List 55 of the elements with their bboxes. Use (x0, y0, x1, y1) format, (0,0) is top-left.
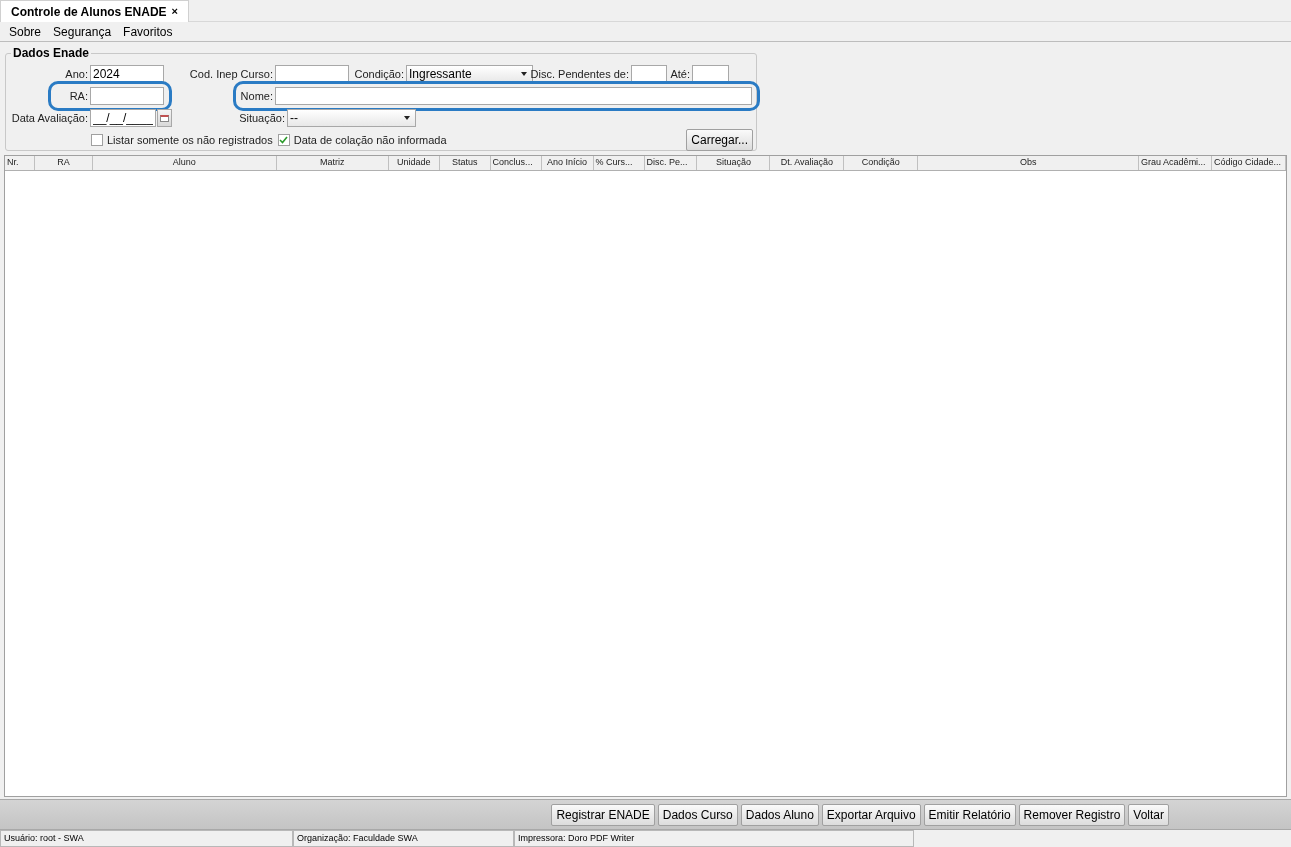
field-label: Condição: (354, 66, 404, 82)
status-field: Organização: Faculdade SWA (293, 830, 514, 847)
input-field[interactable] (275, 87, 752, 105)
field-label: Ano: (65, 66, 88, 82)
status-field: Usuário: root - SWA (0, 830, 293, 847)
field-label: Data Avaliação: (11, 110, 88, 126)
input-field[interactable] (90, 87, 164, 105)
action-button[interactable]: Remover Registro (1018, 803, 1126, 826)
field-label: Situação: (239, 110, 285, 126)
column-header[interactable]: Aluno (92, 156, 277, 170)
menu-item[interactable]: Segurança (53, 22, 112, 41)
column-header[interactable]: Matriz (276, 156, 389, 170)
column-header[interactable]: Ano Início (541, 156, 594, 170)
column-header[interactable]: Grau Acadêmi... (1139, 156, 1213, 170)
status-field: Impressora: Doro PDF Writer (514, 830, 914, 847)
checkbox[interactable] (91, 134, 103, 146)
action-button[interactable]: Dados Curso (657, 803, 738, 826)
close-button[interactable]: × (171, 3, 178, 20)
field-label: Até: (670, 66, 690, 82)
date-field[interactable]: __/__/____ (90, 109, 156, 127)
column-header[interactable]: Condição (844, 156, 919, 170)
action-button[interactable]: Exportar Arquivo (821, 803, 921, 826)
dropdown[interactable]: -- (287, 109, 416, 127)
caret-icon (521, 72, 527, 76)
menu-item[interactable]: Sobre (9, 22, 42, 41)
column-header[interactable]: % Curs... (593, 156, 645, 170)
action-button[interactable]: Dados Aluno (740, 803, 819, 826)
checkbox-label: Data de colação não informada (293, 132, 447, 148)
column-header[interactable]: Dt. Avaliação (770, 156, 845, 170)
checkbox[interactable] (277, 134, 290, 146)
column-header[interactable]: Obs (918, 156, 1140, 170)
caret-icon (404, 116, 410, 120)
column-header[interactable]: Nr. (5, 156, 35, 170)
column-header[interactable]: Conclus... (490, 156, 542, 170)
field-label: Nome: (240, 88, 273, 104)
field-label: Disc. Pendentes de: (530, 66, 629, 82)
action-button[interactable]: Emitir Relatório (923, 803, 1016, 826)
field-label: Cod. Inep Curso: (189, 66, 273, 82)
column-header[interactable]: Código Cidade... (1212, 156, 1286, 170)
calendar-button[interactable] (157, 109, 172, 127)
column-header[interactable]: Status (439, 156, 491, 170)
checkbox-label: Listar somente os não registrados (107, 132, 273, 148)
action-button[interactable]: Registrar ENADE (551, 803, 655, 826)
column-header[interactable]: Disc. Pe... (644, 156, 698, 170)
field-label: RA: (69, 88, 88, 104)
menu-item[interactable]: Favoritos (123, 22, 173, 41)
column-header[interactable]: Unidade (388, 156, 440, 170)
action-button[interactable]: Voltar (1128, 803, 1169, 826)
column-header[interactable]: RA (35, 156, 93, 170)
check-icon (279, 136, 289, 144)
group-title: Dados Enade (12, 45, 91, 62)
tab[interactable]: Controle de Alunos ENADE × (0, 0, 189, 22)
load-button[interactable]: Carregar... (686, 129, 753, 151)
column-header[interactable]: Situação (697, 156, 771, 170)
calendar-icon (160, 114, 169, 122)
